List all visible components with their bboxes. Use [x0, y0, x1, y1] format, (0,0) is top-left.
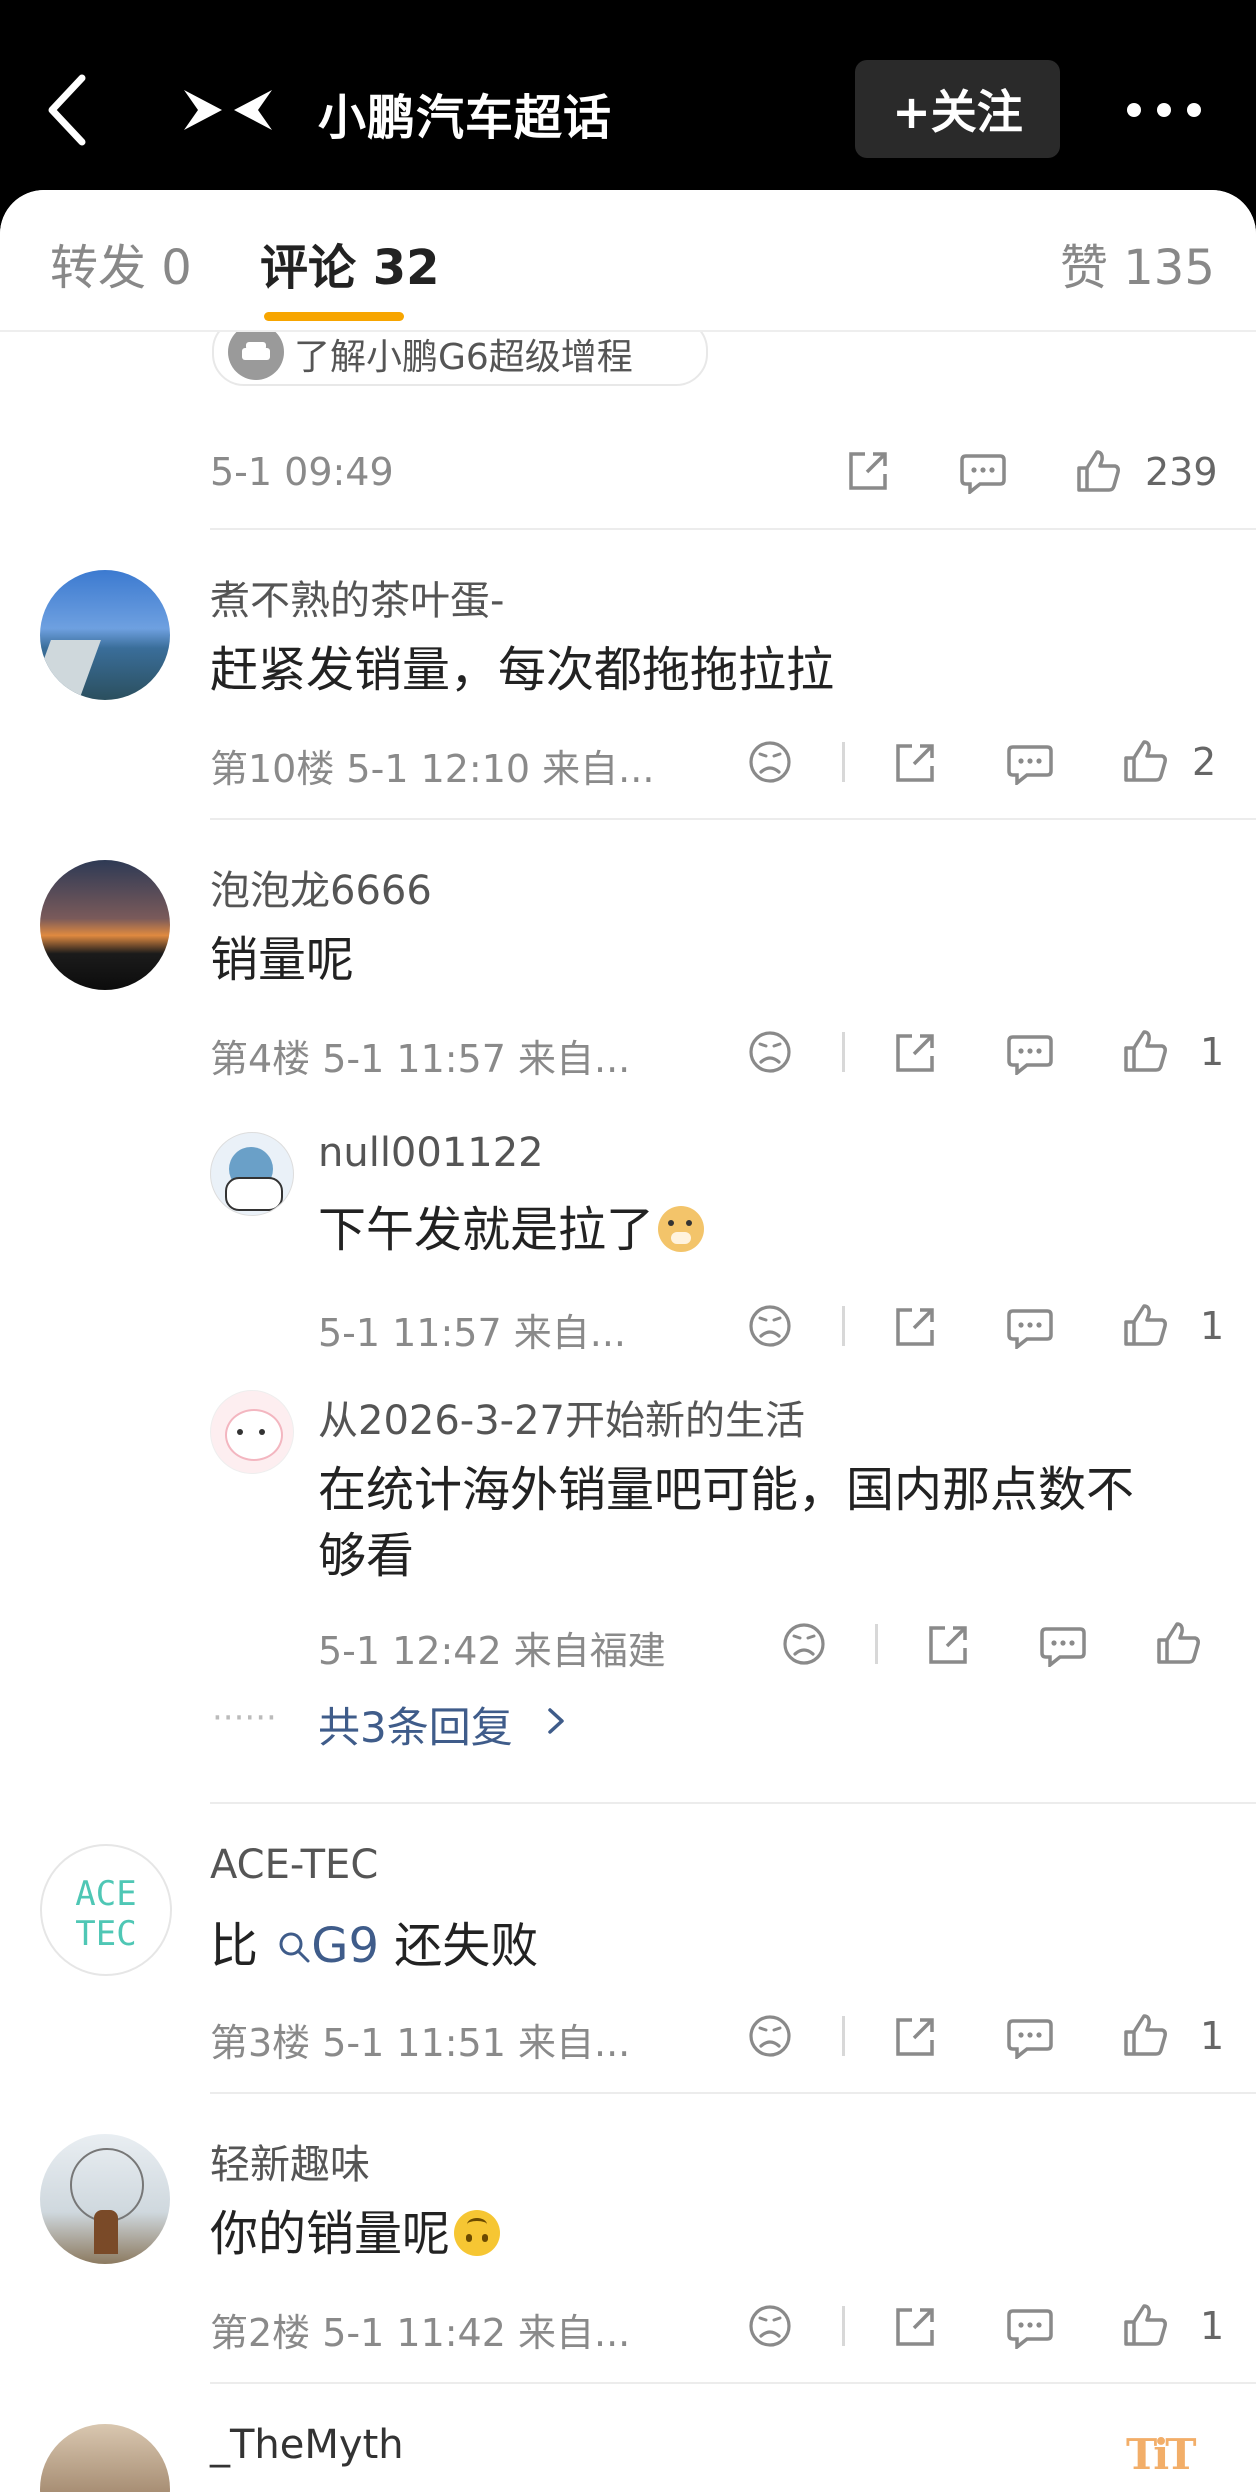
comment-author[interactable]: 轻新趣味 — [210, 2132, 370, 2190]
share-icon[interactable] — [925, 1622, 971, 1668]
avatar[interactable]: ACE TEC — [40, 1844, 172, 1976]
share-icon[interactable] — [892, 2014, 938, 2060]
reply-meta: 5-1 12:42 来自福建 — [318, 1629, 666, 1673]
tab-bar: 转发 0 评论 32 赞 135 — [0, 190, 1256, 332]
dislike-face-icon[interactable] — [782, 1622, 826, 1666]
comment-icon[interactable] — [1007, 2307, 1053, 2349]
divider — [842, 2016, 845, 2056]
share-icon[interactable] — [892, 1030, 938, 1076]
car-icon — [228, 324, 284, 380]
like-icon[interactable] — [1075, 448, 1121, 494]
dislike-face-icon[interactable] — [748, 740, 792, 784]
divider — [210, 528, 1256, 530]
like-count: 239 — [1145, 450, 1218, 494]
divider — [842, 742, 845, 782]
reply-text-line2: 够看 — [318, 1528, 415, 1584]
dislike-face-icon[interactable] — [748, 1030, 792, 1074]
dislike-face-icon[interactable] — [748, 2304, 792, 2348]
reply-text: 下午发就是拉了 — [318, 1190, 705, 1260]
comment-text: 赶紧发销量，每次都拖拖拉拉 — [210, 642, 835, 698]
doge-emoji-icon — [658, 1206, 705, 1252]
comment-meta: 第4楼 5-1 11:57 来自... — [210, 1037, 631, 1081]
comment-author[interactable]: 泡泡龙6666 — [210, 858, 432, 916]
comment-icon[interactable] — [1007, 743, 1053, 785]
avatar[interactable] — [40, 2424, 170, 2492]
reply-text-body: 下午发就是拉了 — [318, 1202, 655, 1258]
like-icon[interactable] — [1122, 2302, 1168, 2348]
follow-button[interactable]: +关注 — [855, 60, 1060, 158]
comment-author[interactable]: 煮不熟的茶叶蛋- — [210, 568, 504, 626]
comment-meta: 第2楼 5-1 11:42 来自... — [210, 2311, 631, 2355]
comment-meta: 第10楼 5-1 12:10 来自... — [210, 747, 655, 791]
avatar[interactable] — [210, 1390, 294, 1474]
like-icon[interactable] — [1122, 1302, 1168, 1348]
comment-meta: 第3楼 5-1 11:51 来自... — [210, 2021, 631, 2065]
divider — [875, 1624, 878, 1664]
divider — [842, 1032, 845, 1072]
comment-author[interactable]: _TheMyth — [210, 2422, 404, 2468]
topic-link[interactable]: G9 — [311, 1918, 379, 1974]
like-count: 1 — [1200, 1304, 1225, 1348]
back-arrow-icon[interactable] — [42, 70, 102, 150]
divider — [210, 818, 1256, 820]
comment-text: 你的销量呢 — [210, 2194, 501, 2264]
comment-icon[interactable] — [1007, 2017, 1053, 2059]
comment-text: 销量呢 — [210, 932, 355, 988]
reply-meta: 5-1 11:57 来自... — [318, 1311, 626, 1355]
share-icon[interactable] — [892, 2304, 938, 2350]
divider — [842, 2306, 845, 2346]
share-icon[interactable] — [892, 740, 938, 786]
tab-underline — [264, 312, 404, 321]
chevron-right-icon[interactable] — [544, 1704, 568, 1738]
dislike-face-icon[interactable] — [748, 1304, 792, 1348]
like-icon[interactable] — [1122, 738, 1168, 784]
more-replies-link[interactable]: 共3条回复 — [318, 1694, 513, 1755]
share-icon[interactable] — [845, 448, 891, 494]
comment-text-after: 还失败 — [394, 1918, 539, 1974]
page-title: 小鹏汽车超话 — [318, 90, 613, 146]
comment-author[interactable]: ACE-TEC — [210, 1842, 378, 1888]
comment-icon[interactable] — [1007, 1033, 1053, 1075]
watermark-icon: TiT — [1126, 2430, 1196, 2479]
dislike-face-icon[interactable] — [748, 2014, 792, 2058]
divider — [842, 1306, 845, 1346]
avatar[interactable] — [40, 2134, 170, 2264]
comment-sheet: 了解小鹏G6超级增程 转发 0 评论 32 赞 135 5-1 09:49 23… — [0, 190, 1256, 2492]
reply-text-line1: 在统计海外销量吧可能，国内那点数不 — [318, 1462, 1135, 1518]
comment-icon[interactable] — [1040, 1625, 1086, 1667]
xpeng-logo-icon — [184, 90, 272, 130]
avatar[interactable] — [40, 860, 170, 990]
top-bar: 小鹏汽车超话 +关注 — [0, 0, 1256, 190]
divider — [210, 2092, 1256, 2094]
more-options-icon[interactable] — [1124, 95, 1204, 125]
like-count: 2 — [1192, 740, 1217, 784]
like-icon[interactable] — [1122, 1028, 1168, 1074]
comment-text: 比 G9 还失败 — [210, 1906, 538, 1976]
promo-chip-label: 了解小鹏G6超级增程 — [294, 337, 633, 378]
reply-dots: ······ — [212, 1698, 277, 1738]
comment-icon[interactable] — [1007, 1307, 1053, 1349]
like-count: 1 — [1200, 2304, 1225, 2348]
post-time: 5-1 09:49 — [210, 450, 394, 494]
tab-comment[interactable]: 评论 32 — [260, 228, 440, 298]
upside-down-face-emoji-icon — [454, 2210, 501, 2256]
search-icon — [279, 1932, 310, 1963]
divider — [210, 2382, 1256, 2384]
comment-text-before: 比 — [210, 1918, 259, 1974]
avatar[interactable] — [210, 1132, 294, 1216]
like-icon[interactable] — [1155, 1620, 1201, 1666]
avatar[interactable] — [40, 570, 170, 700]
avatar-text: ACE TEC — [75, 1874, 137, 1954]
reply-author[interactable]: null001122 — [318, 1130, 544, 1176]
reply-author[interactable]: 从2026-3-27开始新的生活 — [318, 1388, 805, 1446]
like-count: 1 — [1200, 2014, 1225, 2058]
like-count: 1 — [1200, 1030, 1225, 1074]
divider — [210, 1802, 1256, 1804]
tab-repost[interactable]: 转发 0 — [50, 228, 192, 298]
share-icon[interactable] — [892, 1304, 938, 1350]
comment-icon[interactable] — [960, 452, 1006, 494]
like-icon[interactable] — [1122, 2012, 1168, 2058]
comment-text-body: 你的销量呢 — [210, 2206, 451, 2262]
tab-like[interactable]: 赞 135 — [1060, 228, 1215, 298]
